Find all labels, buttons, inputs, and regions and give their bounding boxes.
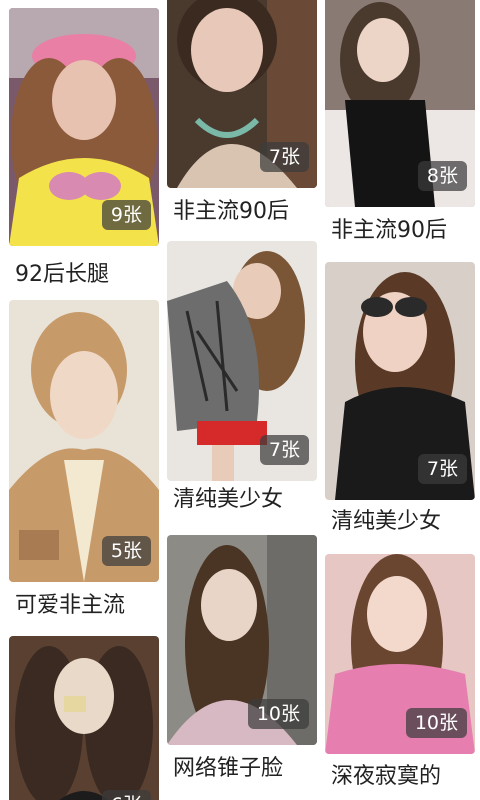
album-photo[interactable]: 6张	[9, 636, 159, 800]
album-title: 非主流90后	[173, 199, 289, 224]
photo-count-badge: 7张	[259, 435, 309, 465]
album-title: 清纯美少女	[173, 487, 284, 512]
photo-count-badge: 6张	[101, 790, 151, 800]
album-title: 网络锥子脸	[173, 756, 284, 781]
photo-count-badge: 8张	[417, 161, 467, 191]
album-card[interactable]: 7张 非主流90后	[167, 0, 317, 235]
photo-count-badge: 7张	[259, 142, 309, 172]
portrait-image	[9, 636, 159, 800]
album-photo[interactable]: 10张	[167, 535, 317, 745]
album-card[interactable]: 6张	[9, 636, 159, 800]
album-photo[interactable]: 7张	[325, 262, 475, 500]
album-title: 可爱非主流	[15, 593, 126, 618]
album-card[interactable]: 10张 网络锥子脸	[167, 535, 317, 800]
album-title: 清纯美少女	[331, 509, 442, 534]
album-card[interactable]: 5张 可爱非主流	[9, 300, 159, 630]
album-card[interactable]: 7张 清纯美少女	[325, 262, 475, 542]
album-title: 非主流90后	[331, 218, 447, 243]
photo-count-badge: 10张	[405, 708, 467, 738]
album-card[interactable]: 8张 非主流90后	[325, 0, 475, 255]
album-title: 深夜寂寞的	[331, 764, 442, 789]
album-card[interactable]: 10张 深夜寂寞的	[325, 554, 475, 800]
album-title: 92后长腿	[15, 262, 109, 287]
album-card[interactable]: 7张 清纯美少女	[167, 241, 317, 526]
album-photo[interactable]: 7张	[167, 0, 317, 188]
album-photo[interactable]: 5张	[9, 300, 159, 582]
album-photo[interactable]: 9张	[9, 8, 159, 246]
photo-count-badge: 10张	[247, 699, 309, 729]
album-photo[interactable]: 10张	[325, 554, 475, 754]
photo-count-badge: 7张	[417, 454, 467, 484]
photo-count-badge: 9张	[101, 200, 151, 230]
album-photo[interactable]: 8张	[325, 0, 475, 207]
album-photo[interactable]: 7张	[167, 241, 317, 481]
album-card[interactable]: 9张 92后长腿	[9, 8, 159, 294]
photo-count-badge: 5张	[101, 536, 151, 566]
